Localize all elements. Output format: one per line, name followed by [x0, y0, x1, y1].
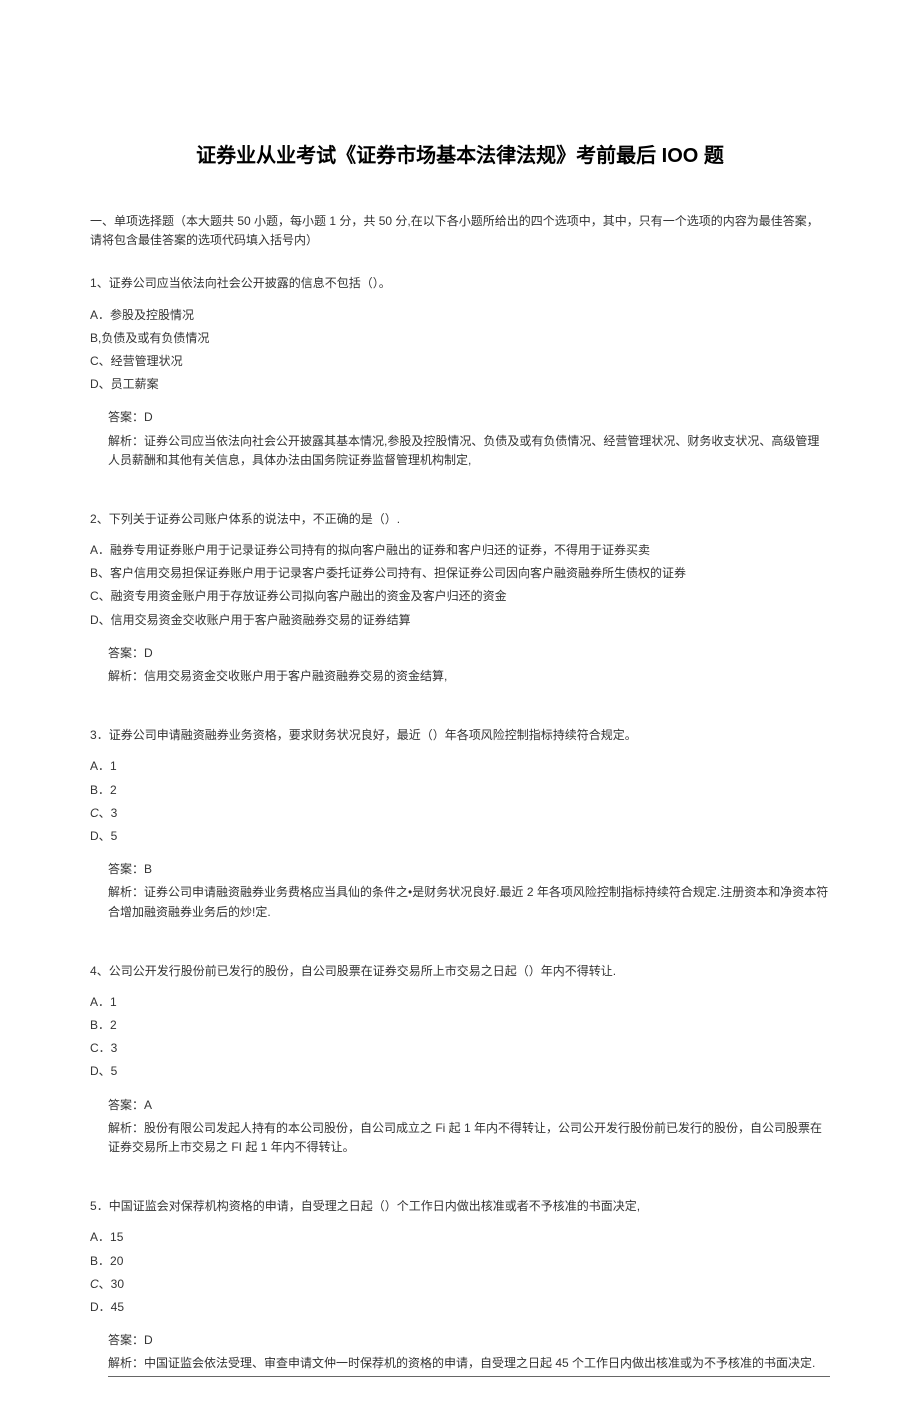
explanation: 解析：证券公司应当依法向社会公开披露其基本情况,参股及控股情况、负债及或有负债情… [108, 432, 830, 470]
question-number: 1 [90, 276, 97, 290]
option-d: D、员工薪案 [90, 375, 830, 394]
option-c: C、30 [90, 1275, 830, 1294]
question-5: 5．中国证监会对保荐机构资格的申请，自受理之日起（）个工作日内做出核准或者不予核… [90, 1197, 830, 1376]
question-stem: ．中国证监会对保荐机构资格的申请，自受理之日起（）个工作日内做出核准或者不予核准… [97, 1199, 640, 1213]
question-text: 2、下列关于证券公司账户体系的说法中，不正确的是（）. [90, 510, 830, 529]
answer-block: 答案：D 解析：信用交易资金交收账户用于客户融资融券交易的资金结算, [90, 644, 830, 686]
answer-label: 答案：B [108, 860, 830, 879]
question-stem: 、下列关于证券公司账户体系的说法中，不正确的是（）. [97, 512, 400, 526]
option-d: D、5 [90, 827, 830, 846]
answer-label: 答案：D [108, 1331, 830, 1350]
question-1: 1、证券公司应当依法向社会公开披露的信息不包括（）。 A．参股及控股情况 B,负… [90, 274, 830, 470]
option-b: B．20 [90, 1252, 830, 1271]
option-a: A．1 [90, 993, 830, 1012]
explanation: 解析：证券公司申请融资融券业务费格应当具仙的条件之•是财务状况良好.最近 2 年… [108, 883, 830, 921]
question-text: 1、证券公司应当依法向社会公开披露的信息不包括（）。 [90, 274, 830, 293]
options-list: A．参股及控股情况 B,负债及或有负债情况 C、经营管理状况 D、员工薪案 [90, 306, 830, 395]
option-a: A．15 [90, 1228, 830, 1247]
answer-block: 答案：D 解析：证券公司应当依法向社会公开披露其基本情况,参股及控股情况、负债及… [90, 408, 830, 470]
option-c: C、3 [90, 804, 830, 823]
option-d: D、信用交易资金交收账户用于客户融资融券交易的证券结算 [90, 611, 830, 630]
option-b: B．2 [90, 1016, 830, 1035]
option-a: A．融券专用证券账户用于记录证券公司持有的拟向客户融出的证券和客户归还的证券，不… [90, 541, 830, 560]
question-stem: 、证券公司应当依法向社会公开披露的信息不包括（）。 [97, 276, 391, 290]
option-a: A．1 [90, 757, 830, 776]
options-list: A．1 B．2 C、3 D、5 [90, 757, 830, 846]
question-stem: ．证券公司申请融资融券业务资格，要求财务状况良好，最近（）年各项风险控制指标持续… [97, 728, 637, 742]
answer-label: 答案：A [108, 1096, 830, 1115]
explanation: 解析：信用交易资金交收账户用于客户融资融券交易的资金结算, [108, 667, 830, 686]
option-b: B．2 [90, 781, 830, 800]
question-3: 3．证券公司申请融资融券业务资格，要求财务状况良好，最近（）年各项风险控制指标持… [90, 726, 830, 922]
question-text: 5．中国证监会对保荐机构资格的申请，自受理之日起（）个工作日内做出核准或者不予核… [90, 1197, 830, 1216]
question-2: 2、下列关于证券公司账户体系的说法中，不正确的是（）. A．融券专用证券账户用于… [90, 510, 830, 686]
answer-label: 答案：D [108, 408, 830, 427]
question-stem: 、公司公开发行股份前已发行的股份，自公司股票在证券交易所上市交易之日起（）年内不… [97, 964, 616, 978]
question-4: 4、公司公开发行股份前已发行的股份，自公司股票在证券交易所上市交易之日起（）年内… [90, 962, 830, 1158]
section-instructions: 一、单项选择题（本大题共 50 小题，每小题 1 分，共 50 分,在以下各小题… [90, 212, 830, 250]
answer-block: 答案：A 解析：股份有限公司发起人持有的本公司股份，自公司成立之 Fi 起 1 … [90, 1096, 830, 1158]
options-list: A．1 B．2 C．3 D、5 [90, 993, 830, 1082]
option-c: C．3 [90, 1039, 830, 1058]
explanation: 解析：中国证监会依法受理、审查申请文仲一时保荐机的资格的申请，自受理之日起 45… [108, 1354, 830, 1376]
option-d: D．45 [90, 1298, 830, 1317]
option-c: C、经营管理状况 [90, 352, 830, 371]
option-b: B,负债及或有负债情况 [90, 329, 830, 348]
question-text: 3．证券公司申请融资融券业务资格，要求财务状况良好，最近（）年各项风险控制指标持… [90, 726, 830, 745]
option-a: A．参股及控股情况 [90, 306, 830, 325]
answer-label: 答案：D [108, 644, 830, 663]
answer-block: 答案：D 解析：中国证监会依法受理、审查申请文仲一时保荐机的资格的申请，自受理之… [90, 1331, 830, 1376]
question-number: 4 [90, 964, 97, 978]
question-number: 2 [90, 512, 97, 526]
document-title: 证券业从业考试《证券市场基本法律法规》考前最后 IOO 题 [90, 140, 830, 172]
option-b: B、客户信用交易担保证券账户用于记录客户委托证券公司持有、担保证券公司因向客户融… [90, 564, 830, 583]
option-d: D、5 [90, 1062, 830, 1081]
option-c: C、融资专用资金账户用于存放证券公司拟向客户融出的资金及客户归还的资金 [90, 587, 830, 606]
question-number: 3 [90, 728, 97, 742]
explanation: 解析：股份有限公司发起人持有的本公司股份，自公司成立之 Fi 起 1 年内不得转… [108, 1119, 830, 1157]
options-list: A．15 B．20 C、30 D．45 [90, 1228, 830, 1317]
question-number: 5 [90, 1199, 97, 1213]
answer-block: 答案：B 解析：证券公司申请融资融券业务费格应当具仙的条件之•是财务状况良好.最… [90, 860, 830, 922]
options-list: A．融券专用证券账户用于记录证券公司持有的拟向客户融出的证券和客户归还的证券，不… [90, 541, 830, 630]
question-text: 4、公司公开发行股份前已发行的股份，自公司股票在证券交易所上市交易之日起（）年内… [90, 962, 830, 981]
